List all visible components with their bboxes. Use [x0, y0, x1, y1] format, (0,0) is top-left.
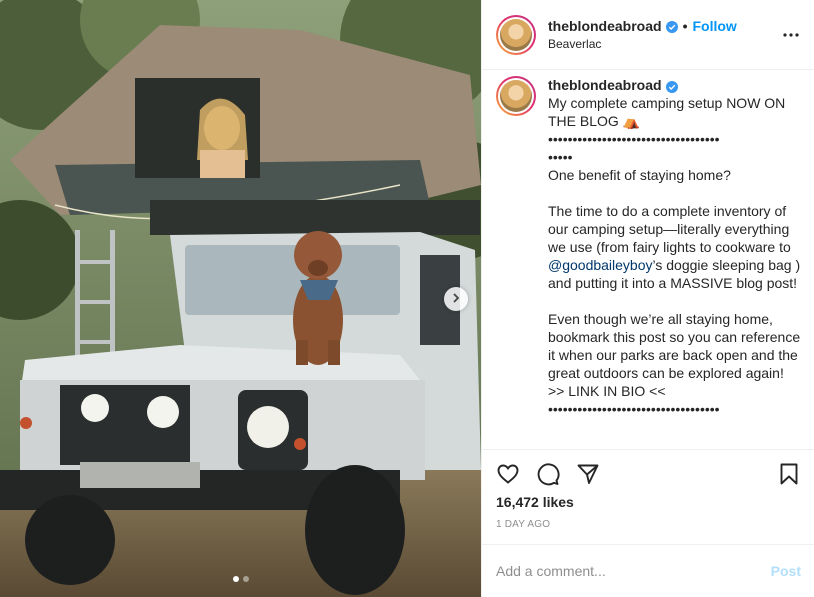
carousel-dot	[242, 576, 249, 582]
heart-icon[interactable]	[496, 462, 520, 486]
separator-dot: •	[682, 18, 688, 34]
header-username[interactable]: theblondeabroad	[548, 18, 662, 34]
post-header: theblondeabroad • Follow Beaverlac	[482, 0, 814, 70]
comment-input[interactable]	[496, 563, 771, 579]
comment-bubble-icon[interactable]	[536, 462, 560, 486]
carousel-dot-active	[232, 576, 239, 582]
location-link[interactable]: Beaverlac	[548, 37, 737, 51]
paper-plane-icon[interactable]	[576, 462, 600, 486]
mention-link[interactable]: @goodbaileyboy	[548, 257, 653, 273]
bookmark-icon[interactable]	[777, 462, 801, 486]
post-side-panel: theblondeabroad • Follow Beaverlac thebl…	[481, 0, 814, 597]
avatar-image	[500, 80, 532, 112]
caption-text-continued: ’s doggie sleeping bag ) and putting it …	[548, 257, 801, 417]
post-media[interactable]	[0, 0, 481, 597]
carousel-indicator	[0, 576, 481, 582]
action-bar: 16,472 likes 1 DAY AGO	[482, 449, 814, 530]
caption: theblondeabroad My complete camping setu…	[548, 76, 801, 418]
more-options-icon[interactable]	[782, 26, 800, 44]
avatar-image	[500, 18, 532, 51]
post-photo	[0, 0, 481, 597]
caption-section: theblondeabroad My complete camping setu…	[482, 70, 814, 448]
caption-username[interactable]: theblondeabroad	[548, 76, 678, 94]
caption-avatar[interactable]	[496, 76, 536, 116]
avatar[interactable]	[496, 14, 536, 55]
verified-badge-icon	[665, 79, 678, 93]
chevron-right-icon	[451, 290, 461, 308]
post-comment-button[interactable]: Post	[771, 563, 801, 579]
verified-badge-icon	[665, 20, 678, 33]
post-timestamp[interactable]: 1 DAY AGO	[496, 519, 801, 530]
caption-text: My complete camping setup NOW ON THE BLO…	[548, 95, 791, 255]
follow-button[interactable]: Follow	[692, 18, 736, 34]
comment-form: Post	[482, 544, 814, 597]
carousel-next-button[interactable]	[444, 287, 468, 311]
